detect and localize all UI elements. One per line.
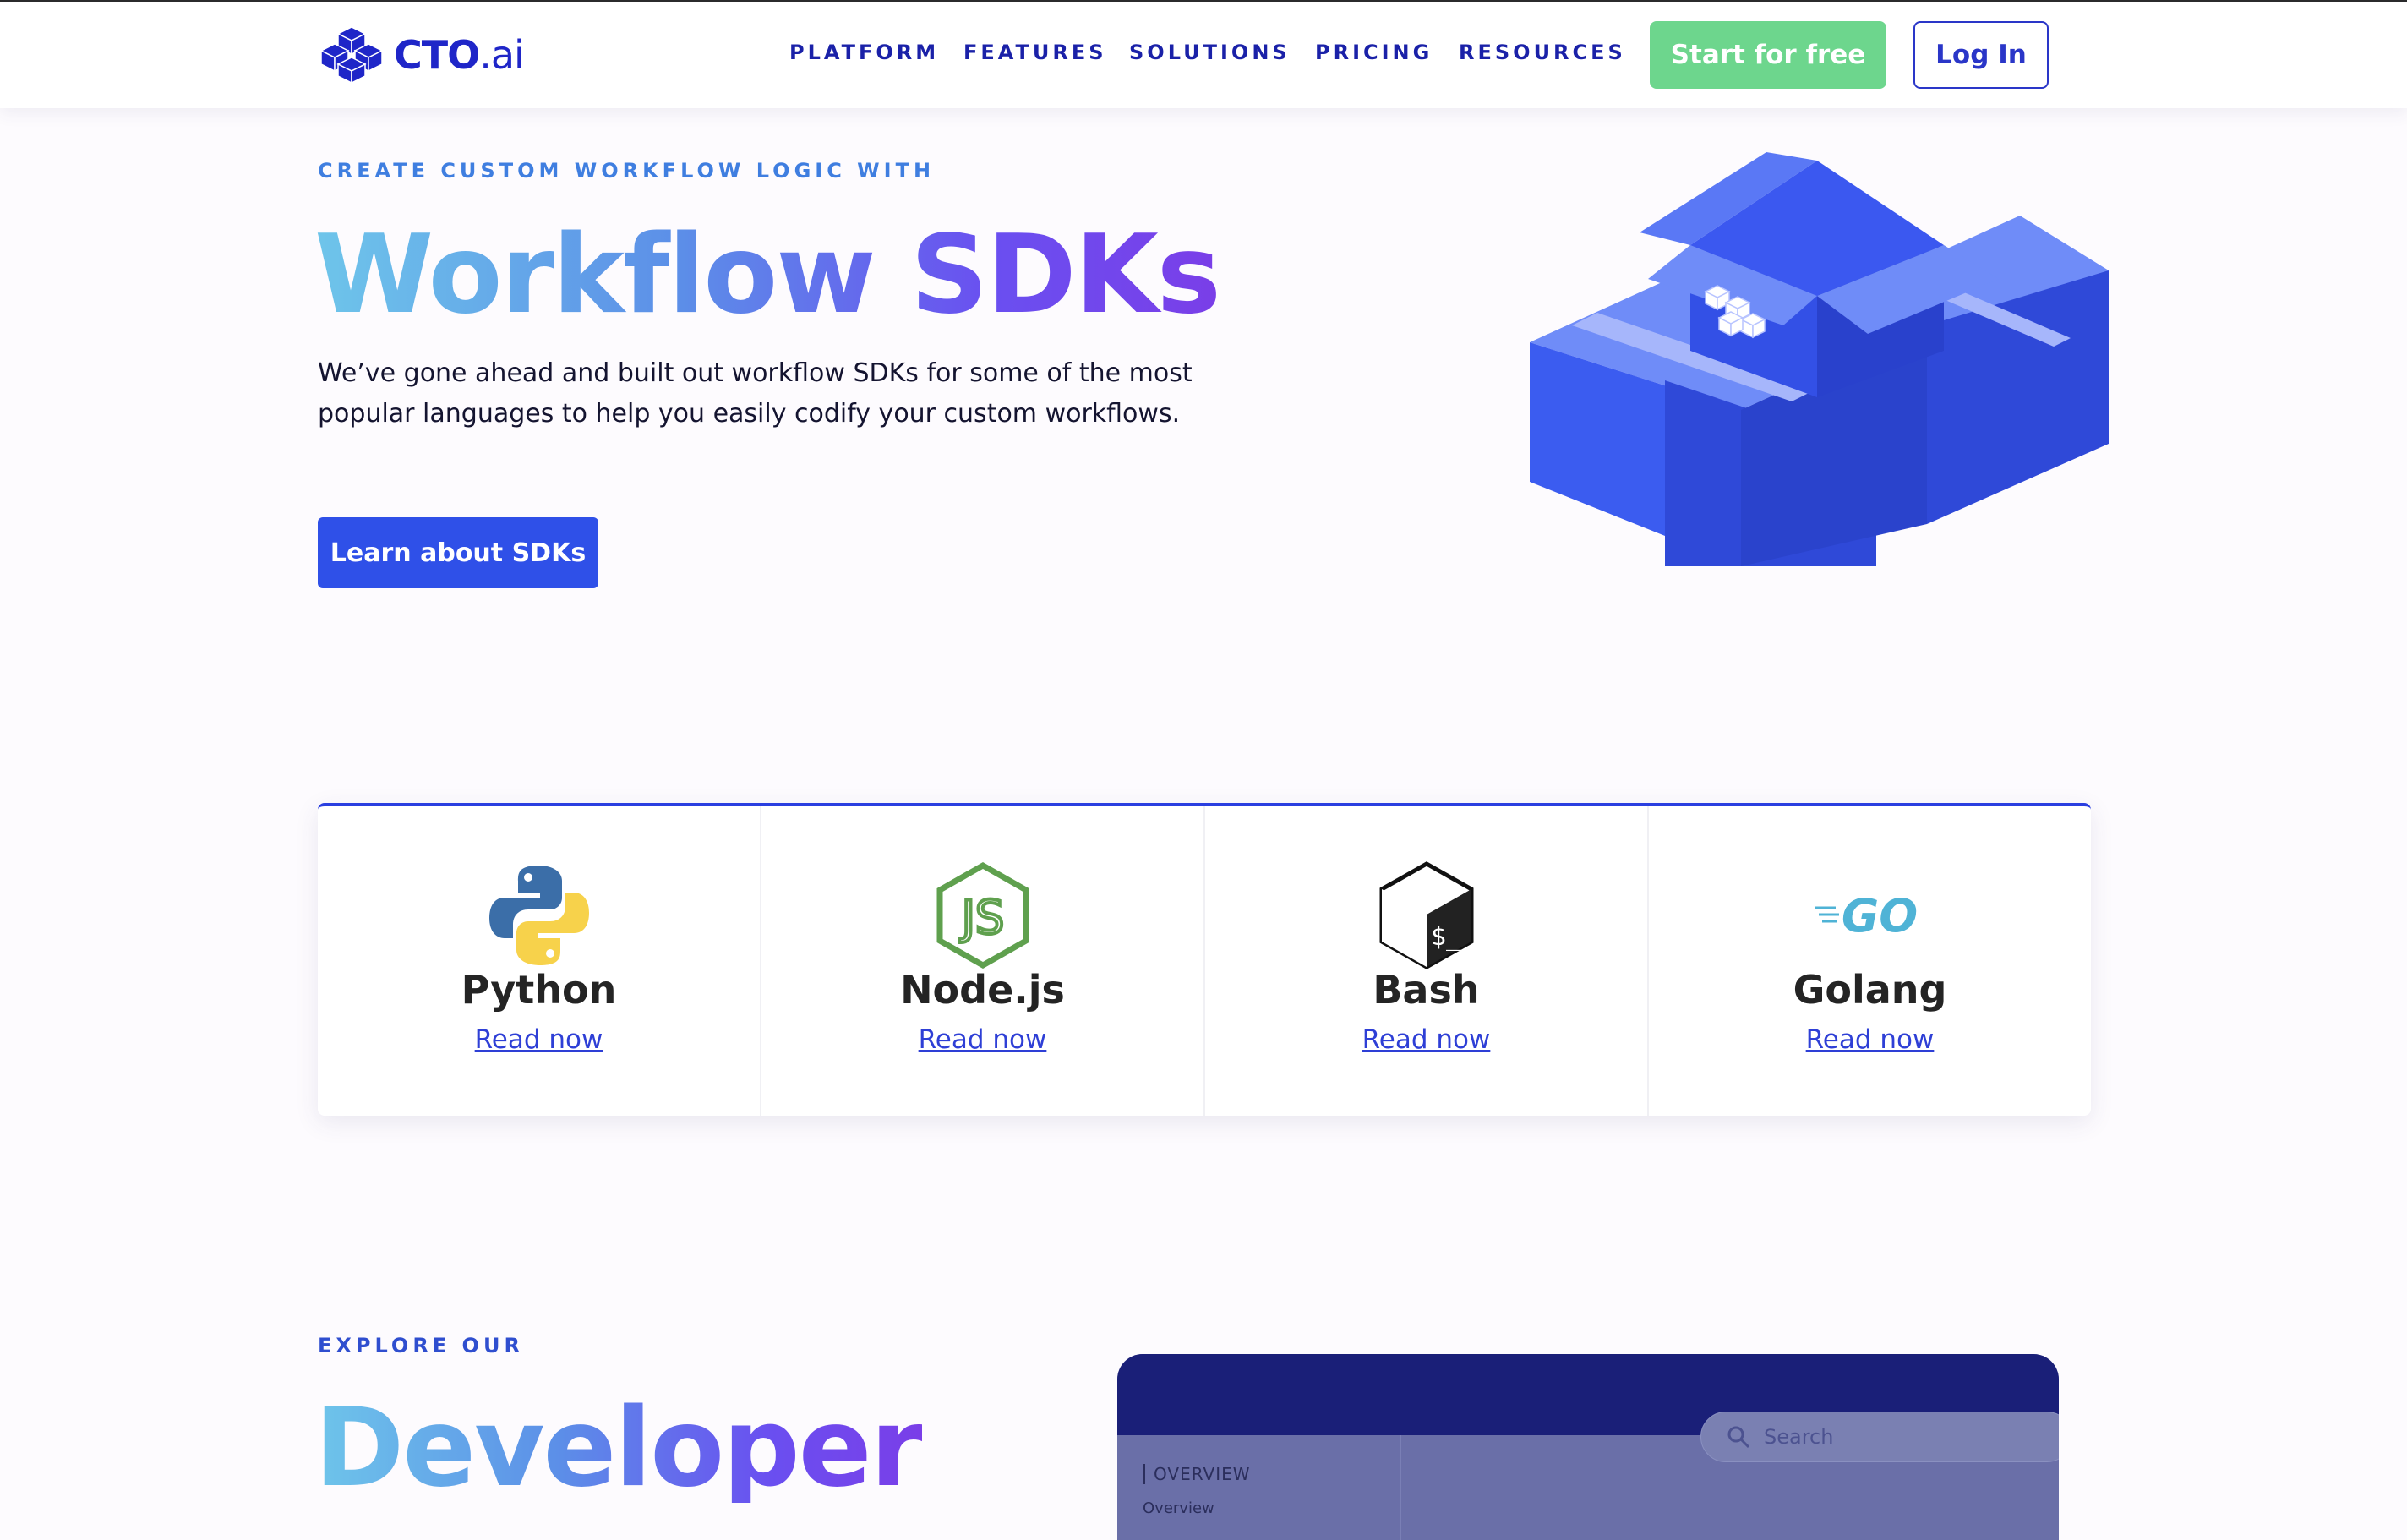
developer-title: Developer bbox=[314, 1385, 924, 1511]
search-icon bbox=[1727, 1426, 1750, 1449]
python-icon bbox=[488, 866, 589, 965]
boxes-illustration bbox=[1530, 152, 2109, 566]
docs-sidebar bbox=[1117, 1435, 1401, 1540]
sdk-name: Bash bbox=[1373, 967, 1480, 1013]
sdk-card-bash: $_ Bash Read now bbox=[1205, 806, 1649, 1116]
hero-eyebrow: CREATE CUSTOM WORKFLOW LOGIC WITH bbox=[318, 159, 936, 183]
nav-pricing[interactable]: PRICING bbox=[1315, 41, 1433, 64]
bash-icon: $_ bbox=[1379, 861, 1473, 969]
sdk-panel: Python Read now JS Node.js Read now $_ B… bbox=[318, 803, 2091, 1116]
sdk-card-python: Python Read now bbox=[318, 806, 761, 1116]
svg-text:$_: $_ bbox=[1430, 922, 1461, 952]
python-read-now-link[interactable]: Read now bbox=[318, 1024, 760, 1055]
nav-solutions[interactable]: SOLUTIONS bbox=[1129, 41, 1291, 64]
nodejs-read-now-link[interactable]: Read now bbox=[761, 1024, 1204, 1055]
svg-text:GO: GO bbox=[1841, 889, 1917, 942]
hero-description: We’ve gone ahead and built out workflow … bbox=[318, 358, 1193, 429]
docs-search-placeholder: Search bbox=[1764, 1425, 1834, 1449]
nav-resources[interactable]: RESOURCES bbox=[1459, 41, 1626, 64]
golang-read-now-link[interactable]: Read now bbox=[1649, 1024, 2091, 1055]
sdk-card-golang: GO Golang Read now bbox=[1649, 806, 2091, 1116]
sdk-name: Golang bbox=[1793, 967, 1947, 1013]
nav-platform[interactable]: PLATFORM bbox=[789, 41, 939, 64]
sdk-name: Python bbox=[461, 967, 617, 1013]
nav-features[interactable]: FEATURES bbox=[963, 41, 1107, 64]
nodejs-icon: JS bbox=[936, 861, 1029, 969]
svg-text:JS: JS bbox=[958, 891, 1003, 944]
explore-eyebrow: EXPLORE OUR bbox=[318, 1334, 524, 1357]
page-title: Workflow SDKs bbox=[314, 212, 1221, 338]
docs-preview[interactable]: Search OVERVIEW Overview bbox=[1117, 1354, 2059, 1540]
site-header: CTO.ai PLATFORM FEATURES SOLUTIONS PRICI… bbox=[0, 2, 2407, 108]
logo[interactable]: CTO.ai bbox=[318, 25, 525, 85]
cubes-logo-icon bbox=[319, 26, 384, 85]
sdk-card-nodejs: JS Node.js Read now bbox=[761, 806, 1205, 1116]
docs-sidebar-item-overview[interactable]: Overview bbox=[1143, 1499, 1214, 1517]
sdk-name: Node.js bbox=[900, 967, 1065, 1013]
login-button[interactable]: Log In bbox=[1913, 21, 2049, 89]
docs-search-input[interactable]: Search bbox=[1700, 1412, 2059, 1462]
learn-about-sdks-button[interactable]: Learn about SDKs bbox=[318, 517, 598, 588]
golang-icon: GO bbox=[1815, 889, 1918, 942]
logo-wordmark: CTO.ai bbox=[394, 32, 525, 78]
bash-read-now-link[interactable]: Read now bbox=[1205, 1024, 1647, 1055]
docs-sidebar-heading: OVERVIEW bbox=[1143, 1464, 1251, 1484]
start-for-free-button[interactable]: Start for free bbox=[1650, 21, 1886, 89]
